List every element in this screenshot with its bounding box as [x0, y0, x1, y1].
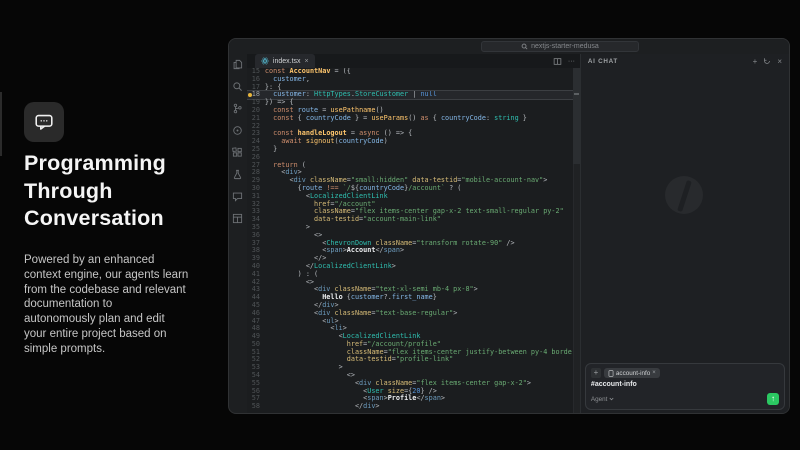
scrollbar[interactable] — [573, 68, 580, 414]
description-line: your entire project based on — [24, 327, 234, 342]
window-titlebar: nextjs-starter-medusa — [229, 39, 789, 54]
decorative-accent-line — [0, 92, 2, 156]
tab-label: index.tsx — [273, 58, 301, 65]
send-button[interactable]: ↑ — [767, 393, 779, 405]
code-line: 18 customer: HttpTypes.StoreCustomer | n… — [247, 91, 580, 99]
description-line: context engine, our agents learn — [24, 268, 234, 283]
file-icon — [608, 370, 614, 377]
description-line: autonomously plan and edit — [24, 312, 234, 327]
brand-watermark-logo — [665, 176, 703, 214]
ai-chat-header: AI CHAT + × — [581, 54, 789, 68]
description-line: documentation to — [24, 297, 234, 312]
editor-window: nextjs-starter-medusa — [228, 38, 790, 414]
search-icon[interactable] — [232, 81, 243, 92]
code-line: 58 </div> — [247, 403, 580, 411]
page-title-line: Conversation — [24, 205, 244, 233]
description-line: simple prompts. — [24, 342, 234, 357]
chevron-down-icon — [609, 397, 614, 401]
description-line: Powered by an enhanced — [24, 253, 234, 268]
code-line: 16 customer, — [247, 76, 580, 84]
source-control-icon[interactable] — [232, 103, 243, 114]
tab-bar: index.tsx × ··· — [247, 54, 580, 68]
more-actions-icon[interactable]: ··· — [568, 58, 575, 65]
description-line: from the codebase and relevant — [24, 283, 234, 298]
agent-label: Agent — [591, 396, 607, 403]
scrollbar-thumb[interactable] — [573, 68, 580, 164]
close-icon[interactable]: × — [777, 57, 782, 66]
debug-icon[interactable] — [232, 125, 243, 136]
feature-icon-box — [24, 102, 64, 142]
new-chat-icon[interactable]: + — [753, 57, 758, 66]
flask-icon[interactable] — [232, 169, 243, 180]
page-title-line: Programming — [24, 150, 244, 178]
search-icon — [521, 43, 528, 50]
layout-icon[interactable] — [232, 213, 243, 224]
add-context-button[interactable]: + — [591, 368, 601, 378]
split-editor-icon[interactable] — [553, 57, 562, 66]
code-line: 24 await signout(countryCode) — [247, 138, 580, 146]
page: Programming Through Conversation Powered… — [0, 0, 800, 450]
chat-icon[interactable] — [232, 191, 243, 202]
history-icon[interactable] — [763, 57, 771, 65]
extensions-icon[interactable] — [232, 147, 243, 158]
command-palette-search[interactable]: nextjs-starter-medusa — [481, 41, 639, 52]
code-line: 25 } — [247, 146, 580, 154]
tab-index-tsx[interactable]: index.tsx × — [255, 54, 315, 68]
chat-bubble-icon — [33, 111, 55, 133]
activity-bar — [229, 54, 247, 414]
agent-mode-select[interactable]: Agent — [591, 396, 614, 403]
overview-ruler-mark — [574, 93, 579, 95]
chat-input-text[interactable]: #account-info — [591, 381, 779, 388]
search-label: nextjs-starter-medusa — [531, 43, 599, 50]
context-chip-account-info[interactable]: account-info × — [604, 368, 660, 378]
chat-input-box[interactable]: + account-info × #account-info Agent — [585, 363, 785, 410]
ai-chat-panel: AI CHAT + × + — [580, 54, 789, 414]
feature-description: Powered by an enhanced context engine, o… — [24, 253, 234, 357]
code-area[interactable]: 15const AccountNav = ({16 customer,17}: … — [247, 68, 580, 414]
files-icon[interactable] — [232, 59, 243, 70]
ai-chat-body — [581, 68, 789, 363]
page-title: Programming Through Conversation — [24, 150, 244, 233]
page-title-line: Through — [24, 178, 244, 206]
react-file-icon — [261, 57, 269, 65]
chip-label: account-info — [616, 370, 650, 377]
tab-close-icon[interactable]: × — [305, 58, 309, 65]
editor-pane: index.tsx × ··· 15const AccountNav = ({1… — [247, 54, 580, 414]
chip-close-icon[interactable]: × — [652, 370, 656, 376]
code-lines: 15const AccountNav = ({16 customer,17}: … — [247, 68, 580, 411]
code-line: 21 const { countryCode } = useParams() a… — [247, 115, 580, 123]
ai-chat-title: AI CHAT — [588, 58, 618, 65]
